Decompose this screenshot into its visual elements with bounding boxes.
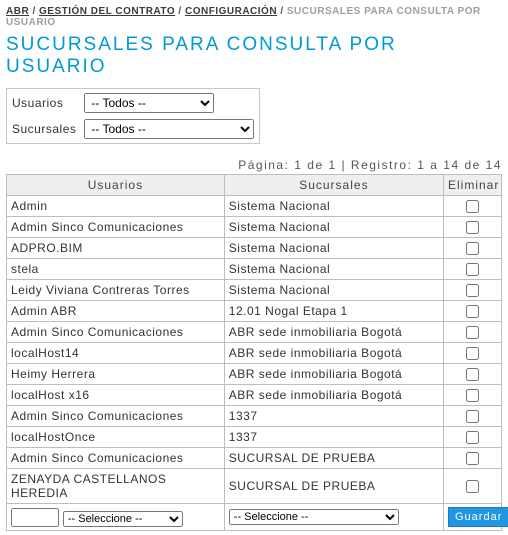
save-button[interactable]: Guardar — [448, 507, 508, 527]
filter-user-select[interactable]: -- Todos -- — [84, 93, 214, 113]
pager-text: Página: 1 de 1 | Registro: 1 a 14 de 14 — [6, 158, 502, 172]
cell-user: ZENAYDA CASTELLANOS HEREDIA — [7, 469, 225, 504]
delete-checkbox[interactable] — [466, 452, 479, 465]
cell-user: stela — [7, 259, 225, 280]
delete-checkbox[interactable] — [466, 347, 479, 360]
delete-checkbox[interactable] — [466, 410, 479, 423]
table-row: Admin Sinco Comunicaciones1337 — [7, 406, 502, 427]
cell-user: Admin ABR — [7, 301, 225, 322]
cell-delete — [444, 427, 502, 448]
delete-checkbox[interactable] — [466, 326, 479, 339]
cell-branch: 12.01 Nogal Etapa 1 — [224, 301, 443, 322]
cell-branch: Sistema Nacional — [224, 280, 443, 301]
delete-checkbox[interactable] — [466, 305, 479, 318]
filters-panel: Usuarios -- Todos -- Sucursales -- Todos… — [6, 88, 260, 144]
cell-user: Admin Sinco Comunicaciones — [7, 406, 225, 427]
delete-checkbox[interactable] — [466, 242, 479, 255]
cell-delete — [444, 259, 502, 280]
cell-delete — [444, 406, 502, 427]
cell-user: Admin — [7, 196, 225, 217]
cell-user: Heimy Herrera — [7, 364, 225, 385]
table-row: ADPRO.BIMSistema Nacional — [7, 238, 502, 259]
table-row: ZENAYDA CASTELLANOS HEREDIASUCURSAL DE P… — [7, 469, 502, 504]
delete-checkbox[interactable] — [466, 263, 479, 276]
table-row: Leidy Viviana Contreras TorresSistema Na… — [7, 280, 502, 301]
cell-delete — [444, 280, 502, 301]
cell-user: Admin Sinco Comunicaciones — [7, 217, 225, 238]
table-row: Admin Sinco ComunicacionesSistema Nacion… — [7, 217, 502, 238]
crumb-abr[interactable]: ABR — [6, 6, 29, 17]
cell-delete — [444, 385, 502, 406]
delete-checkbox[interactable] — [466, 389, 479, 402]
table-row: AdminSistema Nacional — [7, 196, 502, 217]
delete-checkbox[interactable] — [466, 221, 479, 234]
col-header-user: Usuarios — [7, 175, 225, 196]
cell-user: Admin Sinco Comunicaciones — [7, 448, 225, 469]
table-row: stelaSistema Nacional — [7, 259, 502, 280]
delete-checkbox[interactable] — [466, 284, 479, 297]
delete-checkbox[interactable] — [466, 431, 479, 444]
breadcrumb: ABR / GESTIÓN DEL CONTRATO / CONFIGURACI… — [6, 6, 502, 28]
footer-branch-select[interactable]: -- Seleccione -- — [229, 509, 399, 525]
cell-user: localHostOnce — [7, 427, 225, 448]
cell-branch: Sistema Nacional — [224, 238, 443, 259]
cell-branch: 1337 — [224, 427, 443, 448]
filter-branch-select[interactable]: -- Todos -- — [84, 119, 254, 139]
cell-branch: ABR sede inmobiliaria Bogotá — [224, 322, 443, 343]
cell-branch: ABR sede inmobiliaria Bogotá — [224, 343, 443, 364]
cell-delete — [444, 343, 502, 364]
cell-branch: Sistema Nacional — [224, 259, 443, 280]
table-row: Admin ABR12.01 Nogal Etapa 1 — [7, 301, 502, 322]
cell-branch: SUCURSAL DE PRUEBA — [224, 469, 443, 504]
cell-user: ADPRO.BIM — [7, 238, 225, 259]
filter-branch-label: Sucursales — [9, 117, 79, 141]
cell-user: localHost x16 — [7, 385, 225, 406]
table-row: Heimy HerreraABR sede inmobiliaria Bogot… — [7, 364, 502, 385]
crumb-config[interactable]: CONFIGURACIÓN — [185, 6, 277, 17]
cell-user: localHost14 — [7, 343, 225, 364]
col-header-branch: Sucursales — [224, 175, 443, 196]
table-row: Admin Sinco ComunicacionesABR sede inmob… — [7, 322, 502, 343]
cell-user: Admin Sinco Comunicaciones — [7, 322, 225, 343]
cell-delete — [444, 217, 502, 238]
col-header-delete: Eliminar — [444, 175, 502, 196]
cell-delete — [444, 448, 502, 469]
footer-blank-input[interactable] — [11, 508, 59, 527]
cell-delete — [444, 238, 502, 259]
cell-delete — [444, 469, 502, 504]
filter-user-label: Usuarios — [9, 91, 79, 115]
table-row: Admin Sinco ComunicacionesSUCURSAL DE PR… — [7, 448, 502, 469]
crumb-gestion[interactable]: GESTIÓN DEL CONTRATO — [39, 6, 175, 17]
cell-delete — [444, 322, 502, 343]
table-row: localHost14ABR sede inmobiliaria Bogotá — [7, 343, 502, 364]
cell-branch: ABR sede inmobiliaria Bogotá — [224, 385, 443, 406]
footer-user-select[interactable]: -- Seleccione -- — [63, 511, 183, 527]
cell-delete — [444, 196, 502, 217]
table-row: localHost x16ABR sede inmobiliaria Bogot… — [7, 385, 502, 406]
table-row: localHostOnce1337 — [7, 427, 502, 448]
delete-checkbox[interactable] — [466, 368, 479, 381]
page-title: SUCURSALES PARA CONSULTA POR USUARIO — [6, 34, 502, 78]
delete-checkbox[interactable] — [466, 200, 479, 213]
cell-branch: SUCURSAL DE PRUEBA — [224, 448, 443, 469]
cell-branch: 1337 — [224, 406, 443, 427]
cell-user: Leidy Viviana Contreras Torres — [7, 280, 225, 301]
delete-checkbox[interactable] — [466, 480, 479, 493]
grid-table: Usuarios Sucursales Eliminar AdminSistem… — [6, 174, 502, 531]
cell-branch: Sistema Nacional — [224, 196, 443, 217]
cell-delete — [444, 301, 502, 322]
cell-branch: ABR sede inmobiliaria Bogotá — [224, 364, 443, 385]
cell-delete — [444, 364, 502, 385]
cell-branch: Sistema Nacional — [224, 217, 443, 238]
